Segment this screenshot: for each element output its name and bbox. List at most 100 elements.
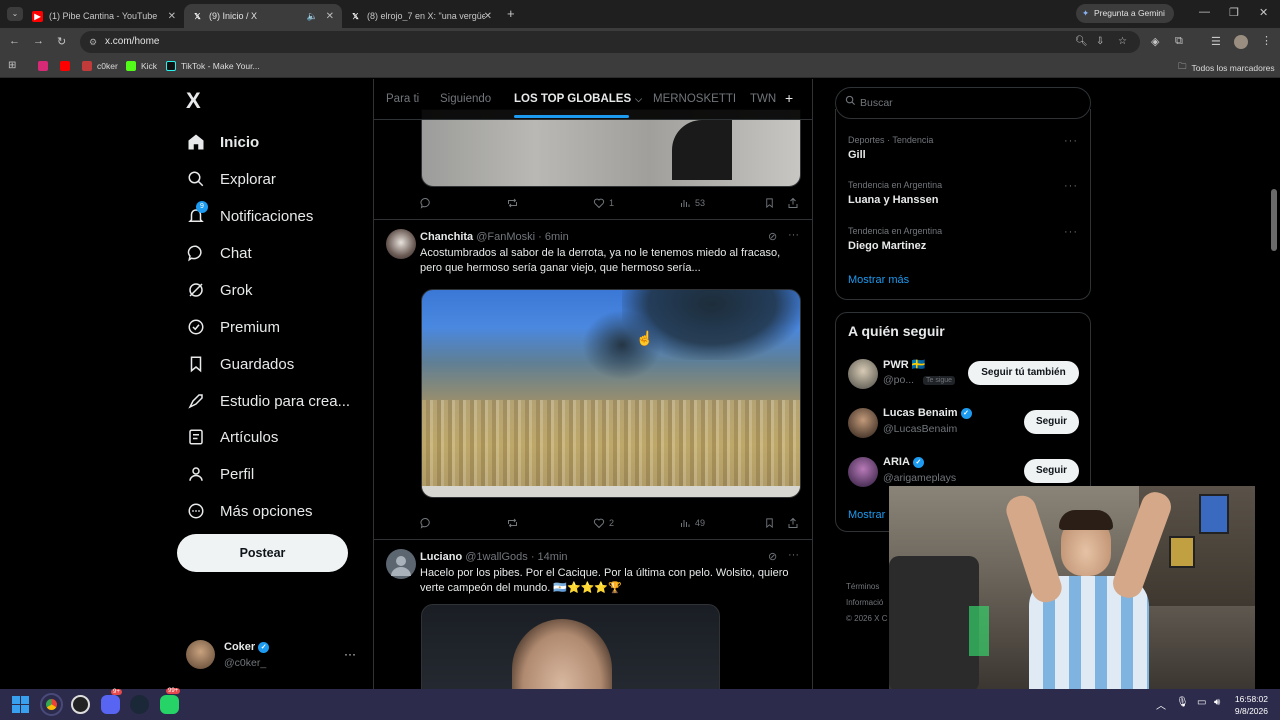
puzzle-icon[interactable]: ⧉ xyxy=(1175,35,1183,48)
reload-icon[interactable]: ↻ xyxy=(57,35,66,48)
tweet-media-image[interactable] xyxy=(421,109,801,187)
nav-bookmarks[interactable]: Guardados xyxy=(186,354,294,374)
system-clock[interactable]: 16:58:02 9/8/2026 xyxy=(1235,693,1268,717)
close-icon[interactable]: ✕ xyxy=(168,11,176,22)
start-button-icon[interactable] xyxy=(12,696,29,713)
mic-icon[interactable]: 🎙︎ xyxy=(1176,697,1189,708)
show-more-link[interactable]: Mostrar más xyxy=(848,274,909,286)
tab-search-icon[interactable]: ⌄ xyxy=(7,7,23,21)
author-handle[interactable]: @FanMoski xyxy=(476,231,535,243)
avatar[interactable] xyxy=(848,408,878,438)
tab-x-post[interactable]: 𝕏 (8) elrojo_7 en X: "una vergüenz ✕ xyxy=(342,4,500,28)
account-more-icon[interactable]: ··· xyxy=(344,647,356,661)
zoom-icon[interactable]: 🔍︎ xyxy=(1075,31,1088,53)
nav-explore[interactable]: Explorar xyxy=(186,169,276,189)
close-icon[interactable]: ✕ xyxy=(326,11,334,22)
trend-item[interactable]: Tendencia en Argentina Luana y Hanssen ·… xyxy=(836,154,1090,206)
chrome-icon[interactable] xyxy=(40,693,63,716)
site-info-icon[interactable]: ⚙ xyxy=(89,31,97,53)
more-icon[interactable]: ··· xyxy=(1064,135,1078,147)
share-button[interactable] xyxy=(787,197,803,209)
tweet-time[interactable]: · 6min xyxy=(538,231,569,243)
profile-avatar[interactable] xyxy=(1234,35,1248,49)
grok-icon[interactable]: ⊘ xyxy=(768,230,777,243)
repost-button[interactable] xyxy=(506,197,523,209)
tweet[interactable]: Chanchita @FanMoski · 6min ⊘ ··· Acostum… xyxy=(374,220,812,540)
whatsapp-icon[interactable]: 99+ xyxy=(160,688,181,714)
like-button[interactable]: 2 xyxy=(593,517,614,529)
account-switcher[interactable]: Coker ✓ @c0ker_ ··· xyxy=(186,639,358,673)
tweet-media-video[interactable] xyxy=(421,289,801,498)
reply-button[interactable] xyxy=(420,197,436,209)
apps-icon[interactable]: ⊞ xyxy=(8,60,16,71)
back-icon[interactable]: ← xyxy=(9,35,20,47)
avatar[interactable] xyxy=(848,457,878,487)
x-logo[interactable]: X xyxy=(186,88,201,114)
bookmark-tiktok[interactable]: TikTok - Make Your... xyxy=(166,61,260,71)
nav-articles[interactable]: Artículos xyxy=(186,427,278,447)
reply-button[interactable] xyxy=(420,517,436,529)
bookmark-instagram[interactable] xyxy=(38,61,53,71)
star-icon[interactable]: ☆ xyxy=(1118,31,1127,53)
nav-chat[interactable]: Chat xyxy=(186,243,252,263)
all-bookmarks[interactable]: 🗀 Todos los marcadores xyxy=(1178,61,1275,75)
bookmark-button[interactable] xyxy=(764,197,779,209)
tray-chevron-icon[interactable]: ︿ xyxy=(1156,697,1166,712)
author-handle[interactable]: @1wallGods xyxy=(465,551,528,563)
obs-icon[interactable] xyxy=(71,695,90,714)
minimize-icon[interactable]: — xyxy=(1199,6,1210,18)
nav-grok[interactable]: Grok xyxy=(186,280,253,300)
nav-profile[interactable]: Perfil xyxy=(186,464,254,484)
close-icon[interactable]: ✕ xyxy=(484,11,492,22)
avatar[interactable] xyxy=(848,359,878,389)
menu-icon[interactable]: ⋮ xyxy=(1261,34,1272,47)
maximize-icon[interactable]: ❐ xyxy=(1229,6,1239,19)
speaker-icon[interactable]: 🔈 xyxy=(307,11,318,22)
install-icon[interactable]: ⇩ xyxy=(1096,31,1104,53)
follow-suggestion[interactable]: PWR 🇸🇪 @po... Te sigue Seguir tú también xyxy=(836,357,1090,401)
footer-terms[interactable]: Términos xyxy=(846,579,887,595)
nav-more[interactable]: Más opciones xyxy=(186,501,313,521)
discord-icon[interactable]: 9+ xyxy=(101,689,122,714)
tab-los-top-globales[interactable]: LOS TOP GLOBALES ⌵ xyxy=(514,93,642,105)
tab-mernosketti[interactable]: MERNOSKETTI xyxy=(653,93,736,105)
nav-notifications[interactable]: 9 Notificaciones xyxy=(186,201,313,226)
tab-para-ti[interactable]: Para ti xyxy=(386,93,419,105)
page-scrollbar[interactable] xyxy=(1271,189,1277,251)
bookmark-youtube[interactable] xyxy=(60,61,75,71)
author-name[interactable]: Luciano xyxy=(420,551,462,563)
repost-button[interactable] xyxy=(506,517,523,529)
share-button[interactable] xyxy=(787,517,803,529)
gemini-button[interactable]: ✦ Pregunta a Gemini xyxy=(1076,4,1174,23)
bookmark-kick[interactable]: Kick xyxy=(126,61,157,71)
avatar[interactable] xyxy=(386,229,416,259)
nav-home[interactable]: Inicio xyxy=(186,132,259,152)
grok-icon[interactable]: ⊘ xyxy=(768,550,777,563)
extension-icon[interactable]: ◈ xyxy=(1151,35,1159,48)
tweet[interactable]: Luciano @1wallGods · 14min ⊘ ··· Hacelo … xyxy=(374,540,812,689)
like-button[interactable]: 1 xyxy=(593,197,614,209)
steam-icon[interactable] xyxy=(130,695,149,714)
more-icon[interactable]: ··· xyxy=(788,549,799,561)
views-button[interactable]: 53 xyxy=(679,197,705,209)
network-icon[interactable]: ▭ xyxy=(1197,697,1206,708)
follow-button[interactable]: Seguir xyxy=(1024,410,1079,434)
tweet-media-image[interactable] xyxy=(421,604,720,689)
tab-x-home[interactable]: 𝕏 (9) Inicio / X 🔈 ✕ xyxy=(184,4,342,28)
post-button[interactable]: Postear xyxy=(177,534,348,572)
tweet-time[interactable]: · 14min xyxy=(531,551,568,563)
more-icon[interactable]: ··· xyxy=(1064,180,1078,192)
forward-icon[interactable]: → xyxy=(33,35,44,47)
show-more-link[interactable]: Mostrar xyxy=(848,509,885,521)
trend-item[interactable]: Tendencia en Argentina Diego Martinez ··… xyxy=(836,200,1090,252)
tab-list-icon[interactable]: ☰ xyxy=(1211,35,1221,48)
more-icon[interactable]: ··· xyxy=(788,229,799,241)
new-tab-button[interactable]: + xyxy=(507,6,515,21)
trend-item[interactable]: Deportes · Tendencia Gill ··· xyxy=(836,109,1090,161)
url-input[interactable]: ⚙ x.com/home 🔍︎ ⇩ ☆ xyxy=(80,31,1140,53)
add-tab-icon[interactable]: + xyxy=(785,90,793,106)
tab-siguiendo[interactable]: Siguiendo xyxy=(440,93,491,105)
follow-suggestion[interactable]: Lucas Benaim ✓ @LucasBenaim Seguir xyxy=(836,406,1090,450)
more-icon[interactable]: ··· xyxy=(1064,226,1078,238)
follow-button[interactable]: Seguir xyxy=(1024,459,1079,483)
